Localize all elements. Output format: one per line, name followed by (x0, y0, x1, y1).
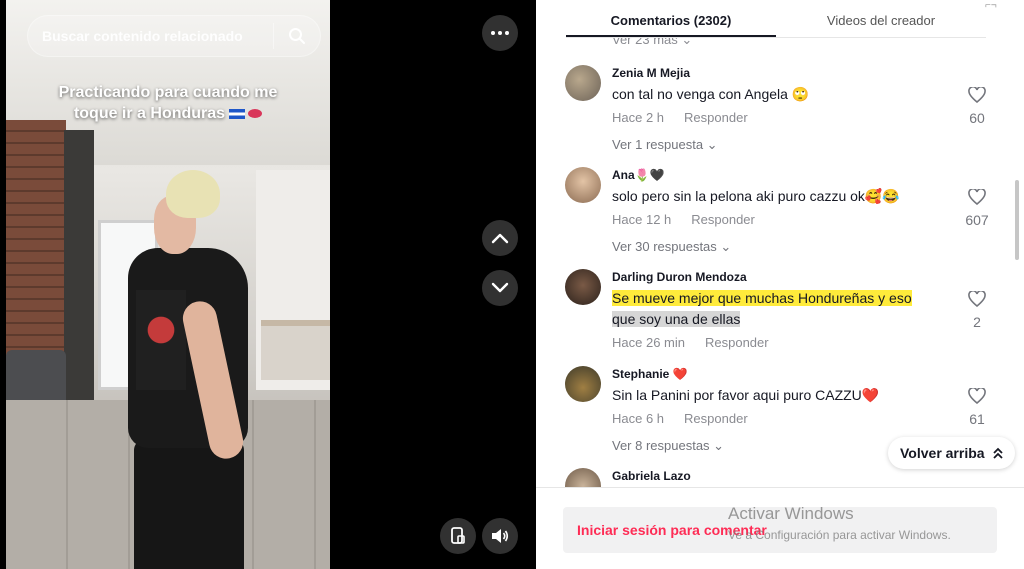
back-to-top-button[interactable]: Volver arriba (888, 437, 1015, 469)
video-person-shirt-print (136, 290, 186, 390)
view-replies-label: Ver 8 respuestas (612, 438, 710, 453)
watermark-subtitle: Ve a Configuración para activar Windows. (728, 528, 951, 542)
like-button[interactable]: 607 (962, 187, 992, 228)
comment-time: Hace 26 min (612, 335, 685, 350)
reply-button[interactable]: Responder (684, 110, 748, 125)
comment-text: solo pero sin la pelona aki puro cazzu o… (612, 188, 900, 204)
comment-text-selected: que soy una de ellas (612, 311, 741, 327)
heart-icon (968, 85, 986, 104)
video-person-hair (166, 170, 220, 218)
comment-text-highlighted: Se mueve mejor que muchas Hondureñas y e… (612, 290, 912, 306)
previous-replies-toggle[interactable]: Ver 23 más ⌄ (612, 38, 692, 48)
view-replies-label: Ver 30 respuestas (612, 239, 717, 254)
more-options-button[interactable] (482, 15, 518, 51)
volume-button[interactable] (482, 518, 518, 554)
video-scene-counter (261, 320, 330, 380)
related-search-input[interactable]: Buscar contenido relacionado (28, 28, 273, 44)
video-person-legs (134, 440, 244, 569)
avatar[interactable] (565, 468, 601, 487)
view-replies-label: Ver 1 respuesta (612, 137, 704, 152)
caption-line-1: Practicando para cuando me (58, 84, 278, 101)
chevron-up-icon (491, 233, 509, 244)
avatar[interactable] (565, 269, 601, 305)
like-count: 2 (973, 314, 981, 330)
related-search-bar[interactable]: Buscar contenido relacionado (27, 15, 321, 57)
window-close-mark: ⌐¬ (985, 0, 997, 11)
honduras-flag-icon (229, 108, 246, 119)
tab-creator-videos[interactable]: Videos del creador (776, 0, 986, 37)
like-button[interactable]: 60 (962, 85, 992, 126)
side-panel: Comentarios (2302) Videos del creador ⌐¬… (536, 0, 1024, 569)
reply-button[interactable]: Responder (691, 212, 755, 227)
comment-username[interactable]: Zenia M Mejia (612, 65, 952, 81)
windows-activation-watermark: Activar Windows Ve a Configuración para … (728, 504, 951, 542)
comment-body: Darling Duron Mendoza Se mueve mejor que… (612, 269, 952, 350)
like-count: 607 (965, 212, 989, 228)
video-scene-brick-wall (6, 120, 66, 370)
like-button[interactable]: 61 (962, 386, 992, 427)
caption-line-2-text: toque ir a Honduras (73, 105, 226, 122)
device-button[interactable] (440, 518, 476, 554)
reply-button[interactable]: Responder (705, 335, 769, 350)
video-scene-dark-wall (64, 130, 94, 430)
comment-body: Ana🌷🖤 solo pero sin la pelona aki puro c… (612, 167, 952, 255)
comment-meta: Hace 6 h Responder (612, 411, 952, 426)
comment-time: Hace 2 h (612, 110, 665, 125)
comment-username[interactable]: Gabriela Lazo (612, 468, 952, 484)
avatar[interactable] (565, 366, 601, 402)
reply-button[interactable]: Responder (684, 411, 748, 426)
comment-username[interactable]: Stephanie ❤️ (612, 366, 952, 382)
lips-icon (248, 109, 263, 119)
avatar[interactable] (565, 167, 601, 203)
volume-icon (492, 529, 509, 543)
previous-video-button[interactable] (482, 220, 518, 256)
comment-text: Se mueve mejor que muchas Hondureñas y e… (612, 288, 952, 330)
comment-text: Sin la Panini por favor aqui puro CAZZU❤… (612, 387, 880, 403)
comment-meta: Hace 2 h Responder (612, 110, 952, 125)
comment-meta: Hace 26 min Responder (612, 335, 952, 350)
video-caption: Practicando para cuando me toque ir a Ho… (0, 82, 336, 124)
view-replies-button[interactable]: Ver 1 respuesta ⌄ (612, 137, 952, 153)
caption-line-2: toque ir a Honduras (0, 103, 336, 124)
comment-meta: Hace 12 h Responder (612, 212, 952, 227)
like-count: 60 (969, 110, 985, 126)
comments-list: Ver 23 más ⌄ Zenia M Mejia con tal no ve… (536, 38, 1024, 487)
double-chevron-up-icon (992, 447, 1003, 459)
search-icon[interactable] (274, 15, 320, 57)
comment-body: Gabriela Lazo (612, 468, 952, 484)
heart-icon (968, 289, 986, 308)
next-video-button[interactable] (482, 270, 518, 306)
comment-text: con tal no venga con Angela 🙄 (612, 86, 810, 102)
watermark-title: Activar Windows (728, 504, 854, 523)
comment-time: Hace 6 h (612, 411, 665, 426)
device-icon (451, 527, 465, 544)
tab-comments[interactable]: Comentarios (2302) (566, 0, 776, 37)
like-button[interactable]: 2 (962, 289, 992, 330)
avatar[interactable] (565, 65, 601, 101)
comment-username[interactable]: Darling Duron Mendoza (612, 269, 952, 285)
comment-time: Hace 12 h (612, 212, 672, 227)
comment-body: Zenia M Mejia con tal no venga con Angel… (612, 65, 952, 153)
back-to-top-label: Volver arriba (900, 445, 985, 461)
like-count: 61 (969, 411, 985, 427)
panel-tabs: Comentarios (2302) Videos del creador (566, 0, 986, 38)
view-replies-button[interactable]: Ver 30 respuestas ⌄ (612, 239, 952, 255)
previous-replies-label: Ver 23 más (612, 38, 678, 47)
video-pane: Buscar contenido relacionado Practicando… (0, 0, 536, 569)
chevron-down-icon (491, 282, 509, 293)
heart-icon (968, 187, 986, 206)
heart-icon (968, 386, 986, 405)
more-icon (491, 31, 509, 35)
comment-username[interactable]: Ana🌷🖤 (612, 167, 952, 183)
